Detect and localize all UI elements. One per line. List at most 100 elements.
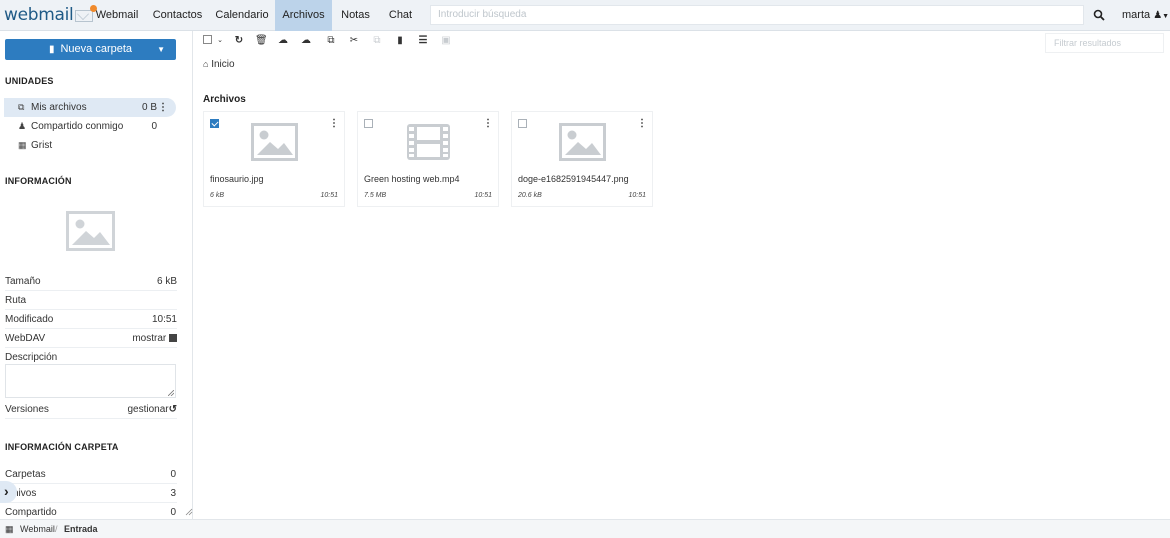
user-menu[interactable]: marta ♟▼ [1122, 0, 1169, 31]
chevron-down-icon[interactable]: ⌄ [214, 35, 226, 47]
folders-label: Carpetas [5, 469, 46, 480]
search-input[interactable]: Introducir búsqueda [430, 5, 1084, 25]
bottom-crumb-webmail[interactable]: Webmail [20, 520, 55, 538]
kebab-menu-icon[interactable]: ⋮ [158, 98, 168, 117]
info-description-label: Descripción [5, 352, 58, 363]
file-size: 7.5 MB [364, 192, 387, 199]
breadcrumb[interactable]: ⌂ Inicio [203, 59, 235, 70]
info-path-row: Ruta [5, 291, 177, 310]
file-checkbox[interactable] [518, 119, 527, 128]
drive-value: 0 [151, 121, 157, 132]
folder-info-folders-row: Carpetas 0 [5, 465, 177, 484]
webdav-show-link[interactable]: mostrar [132, 329, 177, 348]
info-heading: INFORMACIÓN [5, 176, 72, 186]
caret-down-icon[interactable]: ▼ [157, 39, 165, 60]
file-name: Green hosting web.mp4 [364, 174, 460, 184]
kebab-menu-icon[interactable]: ⋮ [483, 118, 493, 129]
filter-input[interactable]: Filtrar resultados [1045, 33, 1164, 53]
trash-icon[interactable]: 🗑 [255, 35, 268, 47]
kebab-menu-icon[interactable]: ⋮ [637, 118, 647, 129]
files-icon: ⧉ [18, 102, 25, 112]
info-path-label: Ruta [5, 295, 27, 306]
list-view-icon[interactable]: ☰ [417, 35, 429, 47]
file-card[interactable]: ⋮ doge-e1682591945447.png 20.6 kB 10:51 [511, 111, 653, 207]
search-icon[interactable] [1093, 9, 1105, 21]
file-name: finosaurio.jpg [210, 174, 264, 184]
info-webdav-row: WebDAV mostrar [5, 329, 177, 348]
versions-manage-label: gestionar [127, 404, 169, 415]
breadcrumb-home: Inicio [211, 59, 235, 70]
bottom-crumb-entrada[interactable]: Entrada [64, 520, 98, 538]
info-size-value: 6 kB [156, 276, 177, 287]
drive-compartido-conmigo[interactable]: ♟ Compartido conmigo 0 [4, 117, 176, 136]
shared-label: Compartido [5, 507, 57, 518]
file-name: doge-e1682591945447.png [518, 174, 629, 184]
file-checkbox[interactable] [210, 119, 219, 128]
refresh-icon[interactable]: ↻ [233, 35, 245, 47]
info-size-label: Tamaño [5, 276, 41, 287]
info-webdav-label: WebDAV [5, 333, 46, 344]
resize-handle-icon[interactable] [168, 390, 174, 396]
drive-label: Compartido conmigo [31, 121, 124, 132]
image-file-icon [251, 123, 298, 161]
file-download-icon[interactable]: ▮ [394, 35, 406, 47]
folders-value: 0 [170, 469, 176, 480]
user-name: marta [1122, 9, 1151, 21]
info-size-row: Tamaño 6 kB [5, 272, 177, 291]
drive-grist[interactable]: ▦ Grist [4, 136, 176, 155]
nav-chat[interactable]: Chat [384, 0, 417, 31]
drive-mis-archivos[interactable]: ⧉ Mis archivos 0 B ⋮ [4, 98, 176, 117]
nav-webmail[interactable]: Webmail [88, 0, 146, 31]
file-card[interactable]: ⋮ Green hosting web.mp4 7.5 MB 10:51 [357, 111, 499, 207]
folder-info-heading: INFORMACIÓN CARPETA [5, 442, 119, 452]
cloud-download-icon[interactable]: ☁ [300, 35, 312, 47]
nav-contactos[interactable]: Contactos [150, 0, 205, 31]
copy-icon[interactable]: ⧉ [325, 35, 337, 47]
image-view-icon[interactable]: ▣ [440, 35, 452, 47]
table-icon: ▦ [18, 140, 27, 150]
webdav-show-label: mostrar [132, 333, 167, 344]
folder-title: Archivos [203, 94, 246, 105]
info-modified-value: 10:51 [151, 314, 177, 325]
cut-icon[interactable]: ✂ [348, 35, 360, 47]
paste-icon[interactable]: ⧉ [371, 35, 383, 47]
apps-grid-icon[interactable]: ▦ [5, 520, 14, 538]
nav-calendario[interactable]: Calendario [213, 0, 271, 31]
image-file-icon [559, 123, 606, 161]
kebab-menu-icon[interactable]: ⋮ [329, 118, 339, 129]
user-icon: ♟ [1153, 10, 1163, 21]
description-textarea[interactable] [5, 364, 176, 398]
users-icon: ♟ [18, 121, 27, 131]
undo-icon: ↺ [168, 404, 177, 415]
info-modified-row: Modificado 10:51 [5, 310, 177, 329]
select-all-checkbox[interactable] [201, 35, 213, 47]
drive-label: Mis archivos [31, 102, 87, 113]
panel-resize-icon[interactable] [185, 508, 193, 516]
video-file-icon [407, 124, 450, 160]
folder-info-files-row: hivos 3 [5, 484, 177, 503]
external-link-icon [169, 334, 177, 342]
file-time: 10:51 [320, 192, 338, 199]
info-modified-label: Modificado [5, 314, 54, 325]
nav-archivos[interactable]: Archivos [275, 0, 332, 31]
home-icon: ⌂ [203, 59, 209, 69]
file-icon: ▮ [48, 44, 55, 55]
file-size: 6 kB [210, 192, 225, 199]
drive-label: Grist [31, 140, 53, 151]
bottom-crumb-separator: / [55, 524, 58, 534]
top-bar: webmail Webmail Contactos Calendario Arc… [0, 0, 1170, 31]
nav-notas[interactable]: Notas [337, 0, 374, 31]
file-time: 10:51 [628, 192, 646, 199]
logo-text: webmail [4, 5, 74, 25]
sidebar: ▮ Nueva carpeta ▼ UNIDADES ⧉ Mis archivos … [0, 31, 193, 519]
versions-manage-link[interactable]: gestionar↺ [127, 400, 177, 419]
webmail-logo[interactable]: webmail [4, 5, 98, 25]
new-folder-button[interactable]: ▮ Nueva carpeta ▼ [5, 39, 176, 60]
cloud-upload-icon[interactable]: ☁ [277, 35, 289, 47]
bottom-bar: ▦ Webmail / Entrada [0, 519, 1170, 538]
units-heading: UNIDADES [5, 76, 54, 86]
info-versions-row: Versiones gestionar↺ [5, 400, 177, 419]
file-checkbox[interactable] [364, 119, 373, 128]
file-card[interactable]: ⋮ finosaurio.jpg 6 kB 10:51 [203, 111, 345, 207]
drive-value: 0 B [141, 102, 157, 113]
